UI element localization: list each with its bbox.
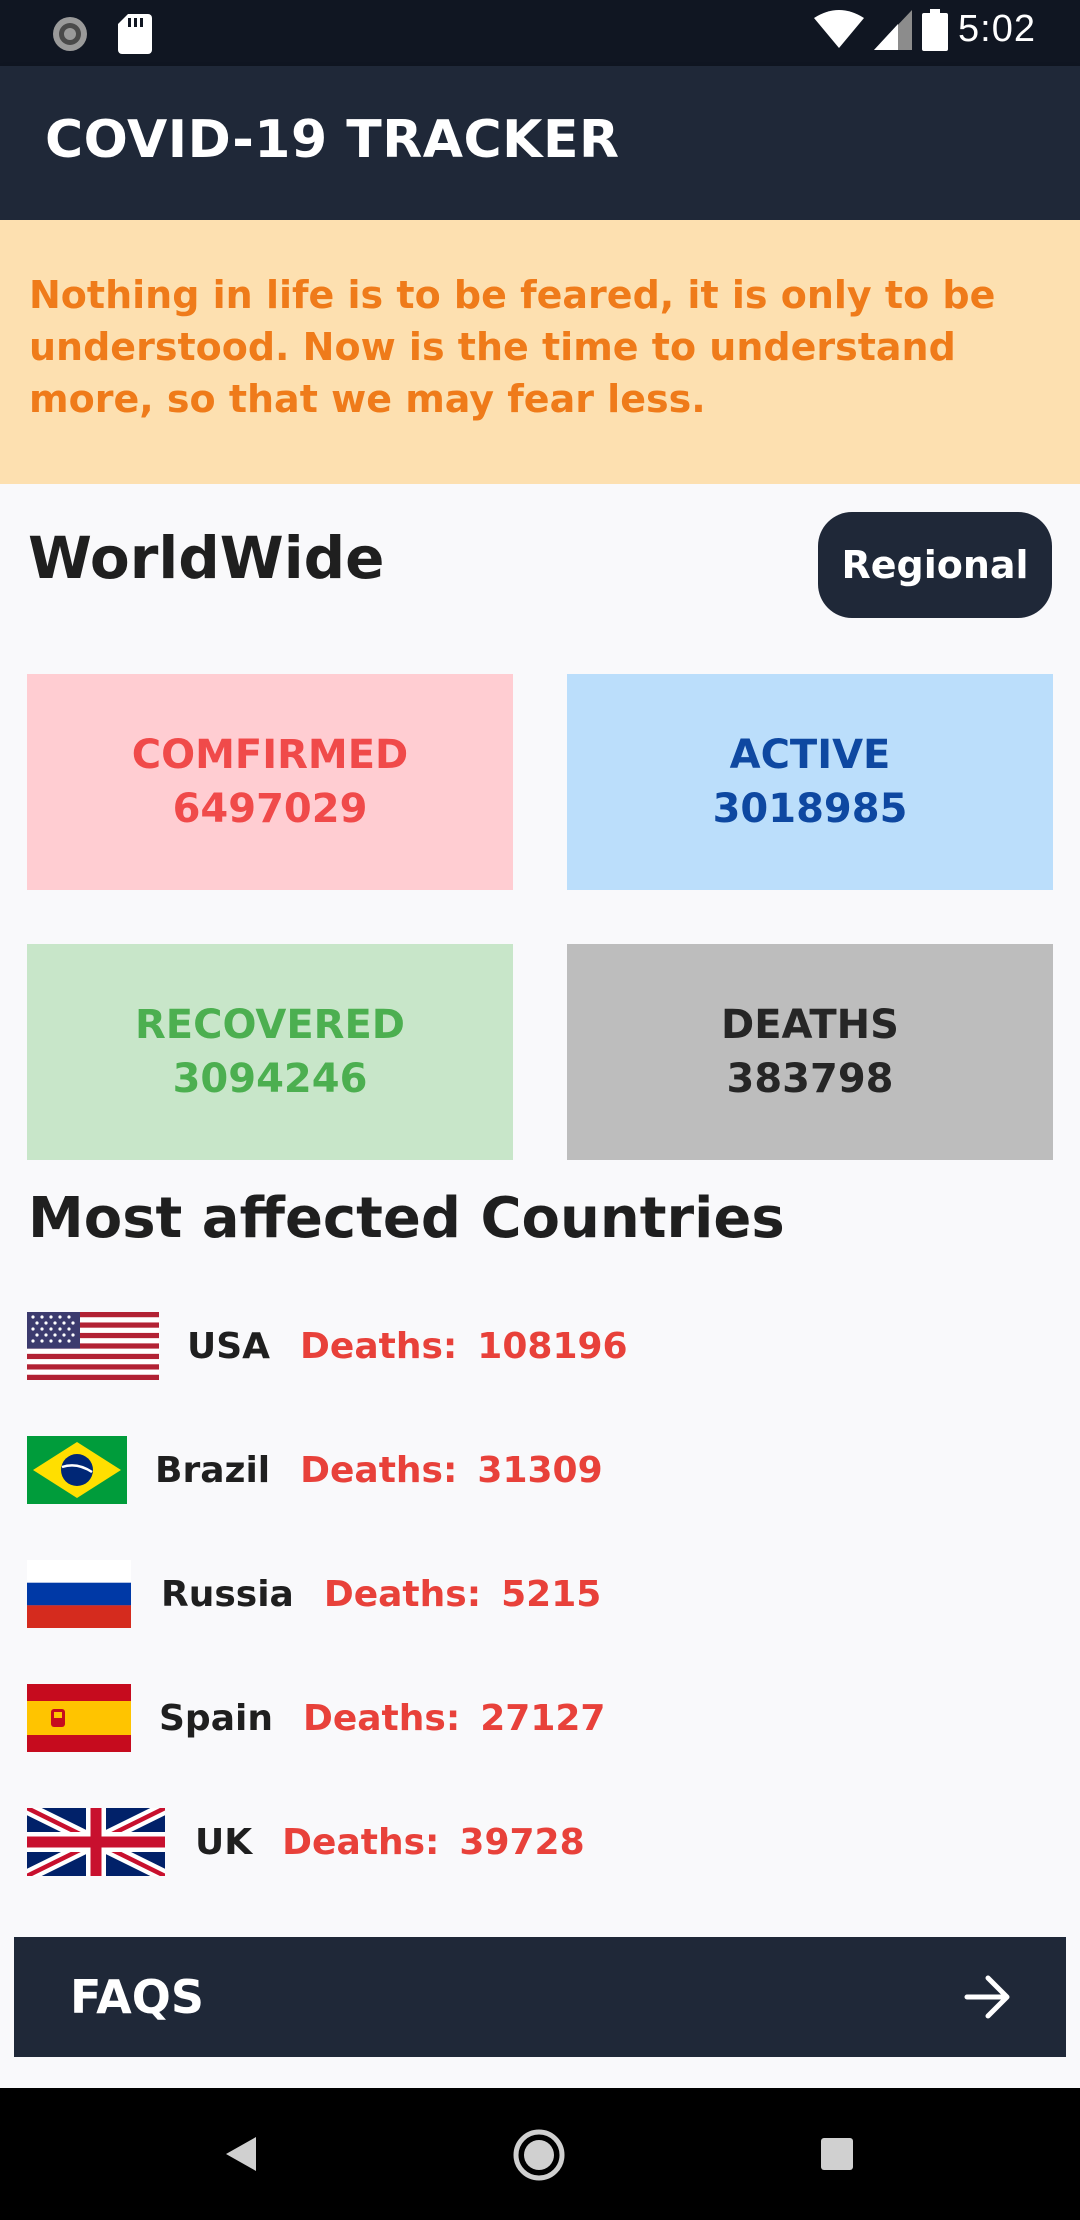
russia-flag-icon: [27, 1560, 131, 1628]
deaths-label-text: Deaths:: [302, 1697, 461, 1739]
deaths-value: 383798: [726, 1056, 894, 1102]
uk-flag-icon: [27, 1808, 165, 1876]
app-title: COVID-19 TRACKER: [45, 110, 620, 170]
spain-flag-icon: [27, 1684, 131, 1752]
deaths-count: 31309: [477, 1449, 603, 1491]
deaths-count: 108196: [477, 1325, 628, 1367]
country-row-russia[interactable]: Russia Deaths: 5215: [27, 1559, 601, 1629]
deaths-count: 27127: [480, 1697, 606, 1739]
sync-icon: [53, 17, 87, 51]
confirmed-card: COMFIRMED 6497029: [27, 674, 513, 890]
country-name: Russia: [161, 1573, 294, 1615]
arrow-right-icon: [964, 1975, 1010, 2019]
confirmed-label: COMFIRMED: [131, 732, 409, 778]
active-card: ACTIVE 3018985: [567, 674, 1053, 890]
back-icon[interactable]: [224, 2135, 258, 2173]
active-value: 3018985: [712, 786, 908, 832]
faqs-button[interactable]: FAQS: [14, 1937, 1066, 2057]
country-name: Spain: [159, 1697, 273, 1739]
deaths-label-text: Deaths:: [300, 1325, 458, 1367]
deaths-label-text: Deaths:: [300, 1449, 458, 1491]
usa-flag-icon: [27, 1312, 159, 1380]
recovered-card: RECOVERED 3094246: [27, 944, 513, 1160]
quote-banner: Nothing in life is to be feared, it is o…: [0, 220, 1080, 484]
wifi-icon: [814, 9, 865, 48]
quote-text: Nothing in life is to be feared, it is o…: [29, 273, 996, 421]
country-row-brazil[interactable]: Brazil Deaths: 31309: [27, 1435, 603, 1505]
sd-card-icon: [118, 14, 152, 54]
deaths-count: 5215: [501, 1573, 602, 1615]
country-row-usa[interactable]: USA Deaths: 108196: [27, 1311, 628, 1381]
country-row-spain[interactable]: Spain Deaths: 27127: [27, 1683, 605, 1753]
deaths-label-text: Deaths:: [323, 1573, 482, 1615]
cell-signal-icon: [874, 9, 913, 50]
home-icon[interactable]: [512, 2128, 566, 2182]
brazil-flag-icon: [27, 1436, 127, 1504]
recents-icon[interactable]: [820, 2137, 854, 2171]
status-bar: 5:02: [0, 0, 1080, 66]
confirmed-value: 6497029: [172, 786, 368, 832]
worldwide-title: WorldWide: [28, 524, 385, 592]
navigation-bar: [0, 2088, 1080, 2220]
recovered-value: 3094246: [172, 1056, 368, 1102]
regional-button[interactable]: Regional: [818, 512, 1052, 618]
deaths-label-text: Deaths:: [282, 1821, 440, 1863]
country-name: UK: [195, 1821, 253, 1863]
clock: 5:02: [958, 8, 1036, 50]
most-affected-title: Most affected Countries: [28, 1186, 785, 1251]
deaths-card: DEATHS 383798: [567, 944, 1053, 1160]
active-label: ACTIVE: [729, 732, 891, 778]
faqs-label: FAQS: [70, 1970, 204, 2024]
battery-icon: [922, 8, 949, 51]
country-name: USA: [187, 1325, 271, 1367]
app-bar: COVID-19 TRACKER: [0, 66, 1080, 220]
country-name: Brazil: [155, 1449, 271, 1491]
recovered-label: RECOVERED: [134, 1002, 406, 1048]
deaths-count: 39728: [459, 1821, 585, 1863]
country-row-uk[interactable]: UK Deaths: 39728: [27, 1807, 585, 1877]
deaths-label: DEATHS: [721, 1002, 899, 1048]
